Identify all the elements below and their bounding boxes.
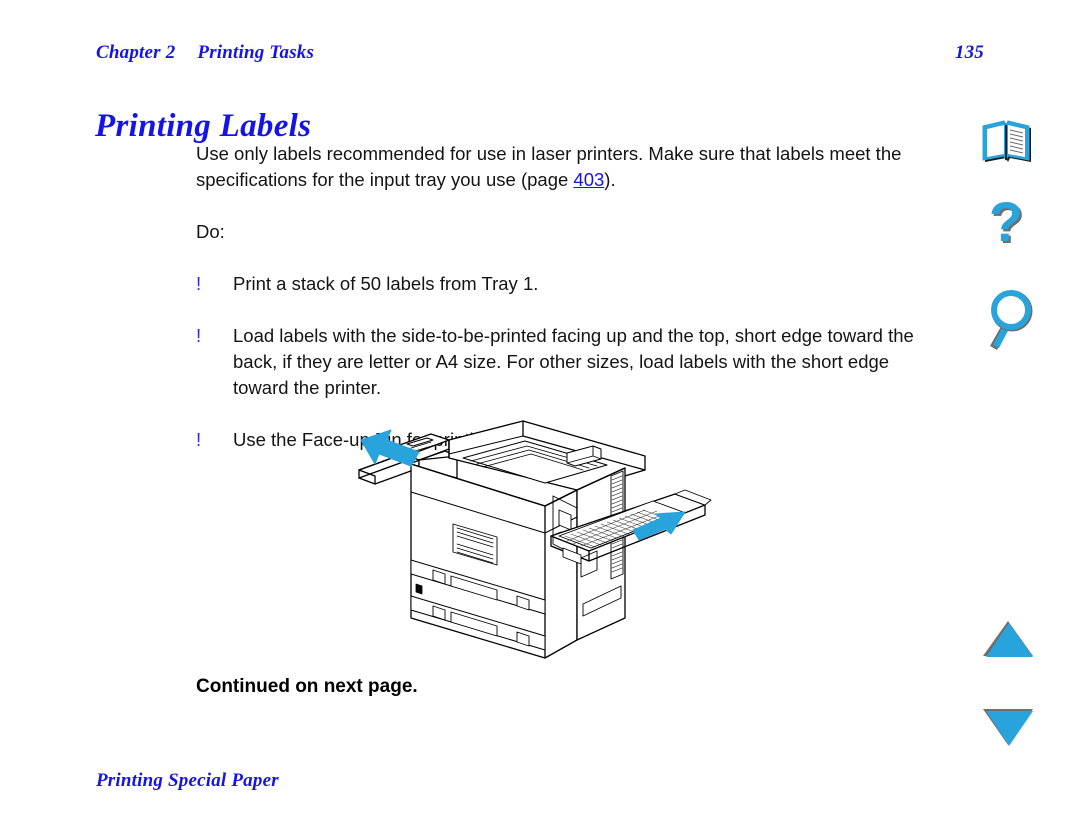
- running-header: Chapter 2 Printing Tasks 135: [96, 42, 984, 64]
- bullet-marker-icon: !: [196, 429, 202, 450]
- header-section-label: Printing Tasks: [197, 42, 315, 63]
- intro-paragraph: Use only labels recommended for use in l…: [196, 141, 922, 193]
- list-item: ! Load labels with the side-to-be-printe…: [196, 323, 926, 401]
- help-button[interactable]: ? ?: [970, 198, 1046, 264]
- page-title: Printing Labels: [95, 108, 312, 145]
- next-page-button[interactable]: [970, 708, 1046, 750]
- do-label: Do:: [196, 221, 225, 242]
- body-column: Use only labels recommended for use in l…: [196, 141, 926, 453]
- navigation-rail: ? ?: [962, 0, 1058, 834]
- header-chapter-label: Chapter 2: [96, 42, 176, 63]
- bullet-marker-icon: !: [196, 325, 202, 346]
- question-mark-icon: ? ?: [989, 198, 1025, 255]
- open-book-icon: [982, 120, 1031, 162]
- intro-text: Use only labels recommended for use in l…: [196, 143, 902, 190]
- footer-section-title: Printing Special Paper: [96, 770, 279, 791]
- printer-illustration: [345, 418, 715, 663]
- list-item: ! Print a stack of 50 labels from Tray 1…: [196, 271, 926, 297]
- page-403-link[interactable]: 403: [573, 169, 604, 190]
- contents-button[interactable]: [970, 118, 1046, 174]
- search-button[interactable]: [970, 288, 1046, 360]
- magnifying-glass-icon: [990, 290, 1033, 350]
- list-item-text: Load labels with the side-to-be-printed …: [233, 325, 914, 398]
- list-item-text: Print a stack of 50 labels from Tray 1.: [233, 273, 539, 294]
- previous-page-button[interactable]: [970, 620, 1046, 662]
- svg-text:?: ?: [989, 198, 1023, 253]
- triangle-up-icon: [983, 621, 1033, 657]
- bullet-marker-icon: !: [196, 273, 202, 294]
- triangle-down-icon: [983, 709, 1033, 746]
- intro-tail-text: ).: [604, 169, 616, 190]
- continued-on-next-page-text: Continued on next page.: [196, 676, 418, 697]
